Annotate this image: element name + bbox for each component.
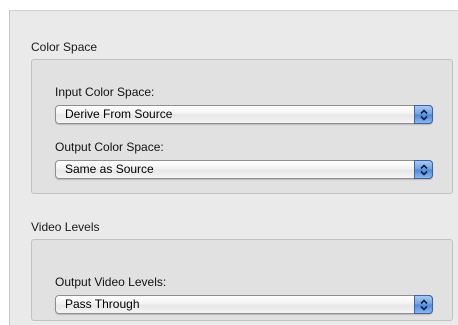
output-video-levels-value: Pass Through (65, 297, 140, 311)
up-down-chevrons-icon (414, 160, 433, 179)
up-down-chevrons-icon (414, 105, 433, 124)
output-video-levels-popup[interactable]: Pass Through (55, 295, 433, 314)
input-color-space-label: Input Color Space: (55, 85, 155, 99)
video-levels-section-title: Video Levels (31, 220, 100, 234)
video-levels-group: Output Video Levels: Pass Through (31, 239, 453, 321)
input-color-space-popup[interactable]: Derive From Source (55, 105, 433, 124)
output-color-space-value: Same as Source (65, 162, 154, 176)
output-color-space-popup[interactable]: Same as Source (55, 160, 433, 179)
output-video-levels-label: Output Video Levels: (55, 275, 167, 289)
output-color-space-label: Output Color Space: (55, 140, 164, 154)
color-space-group: Input Color Space: Derive From Source Ou… (31, 59, 453, 194)
settings-panel: Color Space Input Color Space: Derive Fr… (9, 10, 458, 325)
input-color-space-value: Derive From Source (65, 107, 173, 121)
up-down-chevrons-icon (414, 295, 433, 314)
color-space-section-title: Color Space (31, 40, 98, 54)
